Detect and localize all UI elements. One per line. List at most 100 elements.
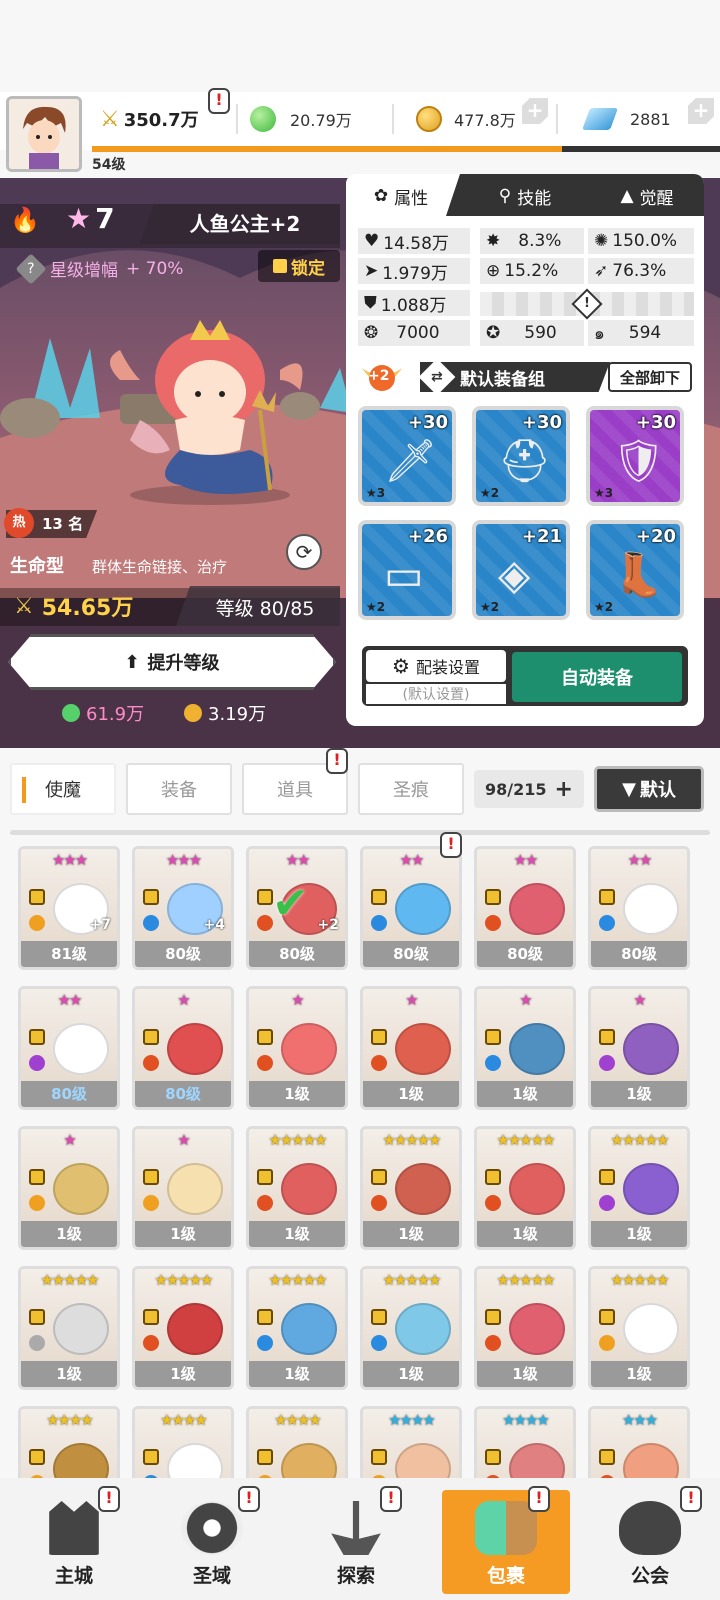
star-boost[interactable]: ? 星级增幅 + 70% [15, 252, 183, 285]
familiar-card[interactable]: ★ 1级 [360, 986, 462, 1110]
hot-icon: 热 [4, 508, 34, 538]
familiar-level: 1级 [249, 1221, 345, 1247]
auto-equip-button[interactable]: 自动装备 [512, 652, 682, 702]
familiar-card[interactable]: ★ 1级 [18, 1126, 120, 1250]
equip-slot[interactable]: 🛡 +30 ★3 [586, 406, 684, 506]
tab-awaken[interactable]: ▲ 觉醒 [592, 176, 702, 216]
lock-icon [257, 1029, 273, 1045]
crossed-swords-icon: ⚔ [100, 106, 120, 132]
equip-slot[interactable]: 🗡 +30 ★3 [358, 406, 456, 506]
familiar-card[interactable]: ★★ 80级 [474, 846, 576, 970]
familiar-card[interactable]: ★★★★★ 1级 [246, 1266, 348, 1390]
add-gold-button[interactable]: + [522, 98, 548, 124]
equip-stars: ★2 [594, 600, 614, 614]
familiar-card[interactable]: ★★★★★ 1级 [474, 1126, 576, 1250]
castle-icon [49, 1501, 99, 1555]
familiar-card[interactable]: ★★ 80级 [588, 846, 690, 970]
familiar-card[interactable]: ★★★★★ 1级 [246, 1126, 348, 1250]
familiar-face [395, 1023, 451, 1075]
familiar-face [167, 1163, 223, 1215]
lock-button[interactable]: 锁定 [258, 250, 340, 282]
star-rating: ★ [519, 991, 532, 1009]
nav-bag[interactable]: 包裹 [442, 1490, 570, 1594]
equip-slot[interactable]: 👢 +20 ★2 [586, 520, 684, 620]
familiar-level: 1级 [477, 1221, 573, 1247]
familiar-card[interactable]: ★ 1级 [588, 986, 690, 1110]
lock-icon [143, 1309, 159, 1325]
familiar-face [395, 1303, 451, 1355]
stat-s1: ❂ 7000 [358, 320, 470, 346]
power-display[interactable]: ⚔ 350.7万 [100, 102, 199, 136]
fire-element-icon: 🔥 [10, 206, 40, 234]
lock-icon [143, 1029, 159, 1045]
familiar-card[interactable]: ★★★ +4 80级 [132, 846, 234, 970]
upgrade-level-button[interactable]: ⬆ 提升等级 [8, 634, 336, 690]
familiar-card[interactable]: ★★ 80级 [18, 986, 120, 1110]
gold-display[interactable]: 477.8万 [416, 102, 516, 136]
element-icon [143, 1335, 159, 1351]
familiar-card[interactable]: ★ 80级 [132, 986, 234, 1110]
sort-dropdown[interactable]: ▼ 默认 [594, 766, 704, 812]
familiar-card[interactable]: ★★ 80级 [360, 846, 462, 970]
bag-icon [475, 1501, 537, 1555]
familiar-card[interactable]: ★★★★★ 1级 [588, 1126, 690, 1250]
familiar-card[interactable]: ★★★★★ 1级 [360, 1126, 462, 1250]
swap-view-button[interactable]: ⟳ [286, 534, 322, 570]
player-level: 54级 [92, 157, 126, 173]
helmet-icon: ⛑ [498, 436, 552, 485]
lock-icon [29, 1169, 45, 1185]
star-rating: ★ [177, 991, 190, 1009]
familiar-card[interactable]: ★ 1级 [132, 1126, 234, 1250]
familiar-card[interactable]: ★★★ +7 81级 [18, 846, 120, 970]
tab-skills[interactable]: ⚲ 技能 [470, 176, 580, 216]
boots-icon: 👢 [612, 550, 665, 599]
star-rating: ★★★ [621, 1411, 658, 1429]
tab-stigma[interactable]: 圣痕 [358, 763, 464, 815]
star-rating: ★ [405, 991, 418, 1009]
inventory-count[interactable]: 98/215 + [474, 770, 584, 808]
star-rating: ★★★★★ [40, 1271, 99, 1289]
star-rating: ★★★★★ [496, 1131, 555, 1149]
familiar-card[interactable]: ★★★★★ 1级 [18, 1266, 120, 1390]
player-avatar[interactable] [6, 96, 82, 172]
warning-icon: ! [571, 288, 603, 320]
star-rating: ★★★★★ [268, 1131, 327, 1149]
equip-stars: ★3 [366, 486, 386, 500]
familiar-card[interactable]: ★★★★★ 1级 [360, 1266, 462, 1390]
loadout-settings-sub: (默认设置) [366, 684, 506, 704]
star-rating: ★★ [285, 851, 311, 869]
equip-slot[interactable]: ⛑ +30 ★2 [472, 406, 570, 506]
crossed-swords-icon: ⚔ [14, 593, 34, 619]
unequip-all-button[interactable]: 全部卸下 [608, 362, 692, 392]
equip-group-selector[interactable]: ⇄ 默认装备组 [420, 362, 610, 392]
green-gem-display[interactable]: 20.79万 [250, 102, 352, 136]
equip-slot[interactable]: ◈ +21 ★2 [472, 520, 570, 620]
alert-icon: ! [208, 88, 230, 114]
familiar-card[interactable]: ★★★★★ 1级 [474, 1266, 576, 1390]
lock-icon [257, 1309, 273, 1325]
green-gem-icon [62, 704, 80, 722]
necklace-icon: ◈ [498, 550, 531, 599]
familiar-card[interactable]: ★ 1级 [246, 986, 348, 1110]
crystal-display[interactable]: 2881 [581, 102, 671, 136]
triangle-down-icon: ▼ [622, 778, 636, 800]
familiar-level: 80级 [591, 941, 687, 967]
loadout-settings-button[interactable]: ⚙ 配装设置 [366, 650, 506, 682]
familiar-card[interactable]: ★★★★★ 1级 [132, 1266, 234, 1390]
equip-slot[interactable]: ▭ +26 ★2 [358, 520, 456, 620]
familiar-card[interactable]: ★★★★★ 1级 [588, 1266, 690, 1390]
lock-icon [599, 1169, 615, 1185]
alert-icon: ! [528, 1486, 550, 1512]
star-rating: ★★★★ [274, 1411, 322, 1429]
tab-familiars[interactable]: 使魔 [10, 763, 116, 815]
equip-stars: ★3 [594, 486, 614, 500]
element-icon [257, 915, 273, 931]
tab-attributes[interactable]: ✿ 属性 [352, 176, 450, 216]
familiar-level: 1级 [477, 1081, 573, 1107]
vortex-icon: ✪ [486, 323, 501, 343]
burst-ring-icon: ✺ [594, 231, 609, 251]
crosshair-icon: ⊕ [486, 261, 501, 281]
add-crystal-button[interactable]: + [688, 98, 714, 124]
familiar-card[interactable]: ★ 1级 [474, 986, 576, 1110]
tab-equipment[interactable]: 装备 [126, 763, 232, 815]
